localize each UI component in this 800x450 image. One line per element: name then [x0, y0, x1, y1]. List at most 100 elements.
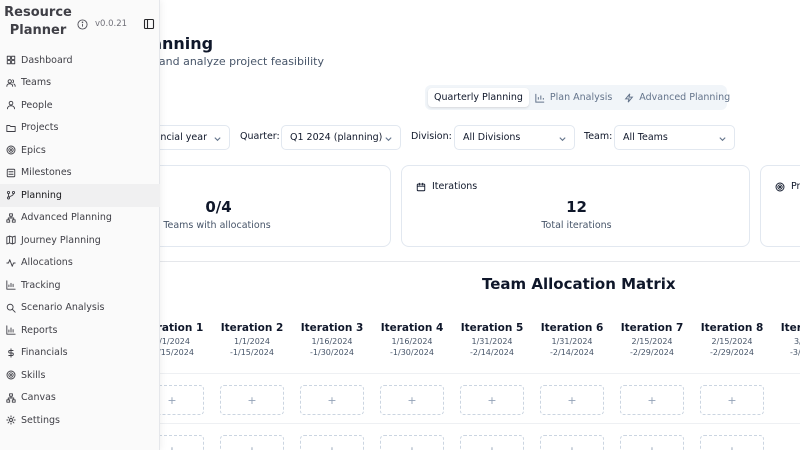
select-value: Q1 2024 (planning) [290, 132, 383, 143]
sidebar-item-skills[interactable]: Skills [0, 364, 160, 387]
add-allocation-button[interactable]: + [380, 385, 444, 415]
quarter-select[interactable]: Q1 2024 (planning) [281, 125, 401, 150]
chevron-down-icon [719, 137, 726, 142]
add-allocation-button[interactable]: + [300, 435, 364, 450]
sidebar-item-canvas[interactable]: Canvas [0, 387, 160, 410]
map-icon [6, 235, 16, 245]
card-title: Pro [791, 181, 800, 192]
activity-icon [6, 258, 16, 267]
bar-chart-icon [6, 325, 16, 335]
iteration-column-header: Iteration 6 1/31/2024 -2/14/2024 [532, 322, 612, 358]
iteration-name: Iteration 9 [780, 322, 800, 334]
app-name: Resource Planner [4, 5, 72, 38]
sidebar-item-label: People [21, 99, 53, 111]
sidebar-item-milestones[interactable]: Milestones [0, 162, 160, 185]
grid-icon [6, 56, 16, 65]
iteration-end-date: -2/14/2024 [470, 348, 514, 357]
add-allocation-button[interactable]: + [220, 435, 284, 450]
iteration-end-date: -2/14/2024 [550, 348, 594, 357]
sidebar: Resource Planner v0.0.21 Dashboard Teams P… [0, 0, 160, 450]
iteration-column-header: Iteration 2 1/1/2024 -1/15/2024 [212, 322, 292, 358]
team-select[interactable]: All Teams [614, 125, 735, 150]
sidebar-item-scenario-analysis[interactable]: Scenario Analysis [0, 297, 160, 320]
info-icon[interactable] [77, 19, 88, 30]
tab-plan-analysis[interactable]: Plan Analysis [529, 88, 618, 107]
sidebar-item-label: Planning [21, 189, 62, 201]
add-allocation-button[interactable]: + [300, 385, 364, 415]
select-value: All Divisions [463, 132, 521, 143]
sidebar-item-label: Dashboard [21, 54, 73, 66]
sidebar-item-projects[interactable]: Projects [0, 117, 160, 140]
sidebar-item-planning[interactable]: Planning [0, 184, 160, 207]
iteration-name: Iteration 8 [700, 322, 764, 334]
sidebar-item-label: Financials [21, 347, 68, 359]
version-label: v0.0.21 [95, 19, 128, 29]
iteration-start-date: 2/15/2024 [631, 337, 673, 346]
matrix-title: Team Allocation Matrix [482, 275, 676, 293]
tab-advanced-planning[interactable]: Advanced Planning [618, 88, 736, 107]
sidebar-toggle-icon[interactable] [143, 18, 155, 30]
target-icon [775, 182, 785, 191]
add-allocation-button[interactable]: + [460, 385, 524, 415]
chevron-down-icon [559, 137, 566, 142]
add-allocation-button[interactable]: + [540, 435, 604, 450]
iteration-column-header: Iteration 9 3/1/2024 -3/15/2024 [772, 322, 800, 358]
sidebar-item-journey-planning[interactable]: Journey Planning [0, 229, 160, 252]
sidebar-item-dashboard[interactable]: Dashboard [0, 49, 160, 72]
chart-icon [6, 280, 16, 290]
sidebar-item-label: Teams [21, 77, 52, 89]
folder-icon [6, 124, 16, 132]
add-allocation-button[interactable]: + [620, 435, 684, 450]
sidebar-item-label: Advanced Planning [21, 212, 112, 224]
branch-icon [6, 191, 16, 200]
list-icon [6, 168, 16, 177]
add-allocation-button[interactable]: + [460, 435, 524, 450]
sidebar-item-epics[interactable]: Epics [0, 139, 160, 162]
quarter-label: Quarter: [240, 131, 280, 142]
stat-value-text: 0/4 [205, 198, 232, 216]
card-title: Iterations [432, 181, 478, 192]
sidebar-item-financials[interactable]: Financials [0, 342, 160, 365]
sidebar-item-allocations[interactable]: Allocations [0, 252, 160, 275]
page-subtitle: Plan and analyze project feasibility [132, 55, 324, 68]
search-icon [6, 303, 16, 313]
sidebar-item-label: Projects [21, 122, 59, 134]
iteration-start-date: 3/1/2024 [794, 337, 800, 346]
iteration-start-date: 1/16/2024 [391, 337, 433, 346]
add-allocation-button[interactable]: + [380, 435, 444, 450]
add-allocation-button[interactable]: + [220, 385, 284, 415]
iteration-column-header: Iteration 7 2/15/2024 -2/29/2024 [612, 322, 692, 358]
iteration-end-date: -3/15/2024 [790, 348, 800, 357]
team-label: Team: [584, 131, 613, 142]
iteration-start-date: 1/1/2024 [234, 337, 270, 346]
tab-label: Quarterly Planning [434, 92, 523, 103]
stat-card-iterations: Iterations 12 Total iterations [401, 165, 750, 247]
sidebar-item-reports[interactable]: Reports [0, 319, 160, 342]
sidebar-item-advanced-planning[interactable]: Advanced Planning [0, 207, 160, 230]
row-divider [160, 373, 800, 374]
tab-quarterly-planning[interactable]: Quarterly Planning [428, 88, 529, 107]
iteration-column-header: Iteration 5 1/31/2024 -2/14/2024 [452, 322, 532, 358]
add-allocation-button[interactable]: + [540, 385, 604, 415]
gear-icon [6, 415, 16, 425]
stat-caption: Total iterations [541, 220, 612, 231]
iteration-end-date: -1/15/2024 [230, 348, 274, 357]
sidebar-item-label: Canvas [21, 392, 56, 404]
add-allocation-button[interactable]: + [700, 435, 764, 450]
iteration-start-date: 1/16/2024 [311, 337, 353, 346]
add-allocation-button[interactable]: + [620, 385, 684, 415]
sidebar-item-settings[interactable]: Settings [0, 409, 160, 432]
card-header: Iterations [416, 181, 477, 192]
chevron-down-icon [385, 137, 392, 142]
section-divider [160, 261, 800, 262]
iteration-column-header: Iteration 8 2/15/2024 -2/29/2024 [692, 322, 772, 358]
sidebar-item-people[interactable]: People [0, 94, 160, 117]
division-select[interactable]: All Divisions [454, 125, 575, 150]
sidebar-item-tracking[interactable]: Tracking [0, 274, 160, 297]
iteration-end-date: -2/29/2024 [630, 348, 674, 357]
add-allocation-button[interactable]: + [700, 385, 764, 415]
sidebar-item-label: Allocations [21, 257, 73, 269]
sidebar-item-teams[interactable]: Teams [0, 72, 160, 95]
tab-label: Plan Analysis [549, 92, 613, 103]
iteration-name: Iteration 4 [380, 322, 444, 334]
